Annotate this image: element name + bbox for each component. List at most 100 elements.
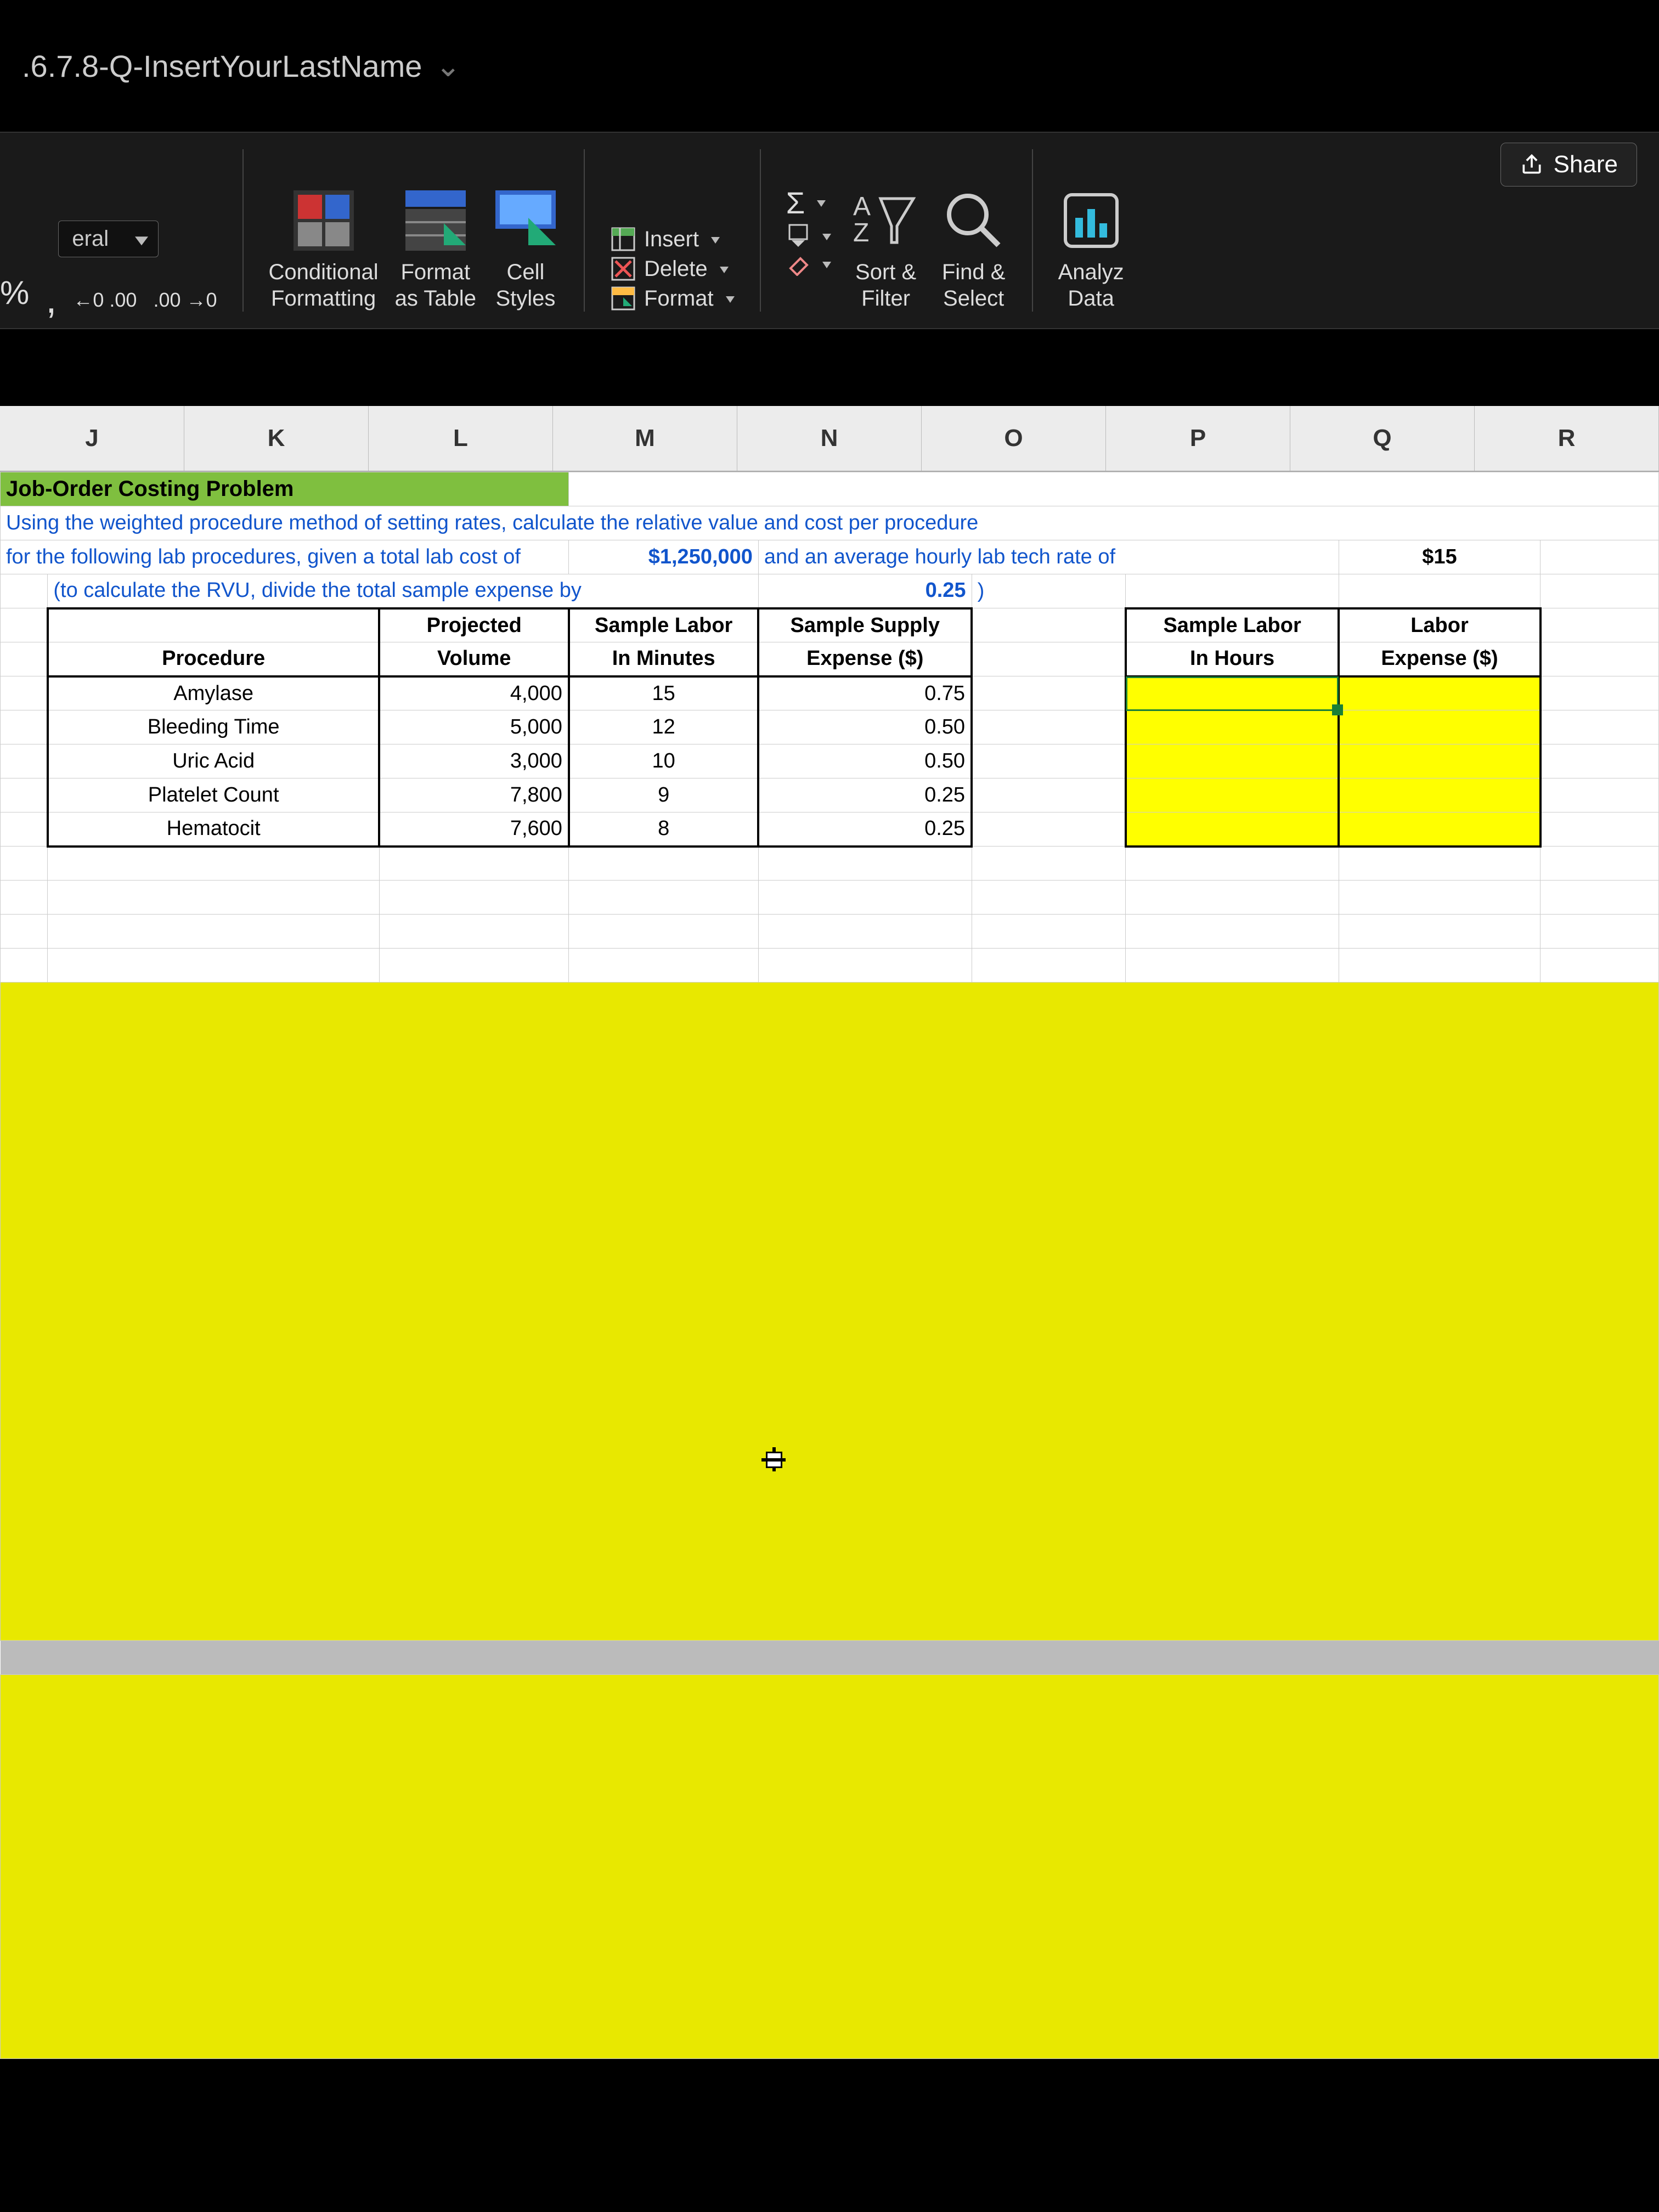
rvu-divisor[interactable]: 0.25	[758, 574, 972, 608]
problem-title[interactable]: Job-Order Costing Problem	[1, 472, 569, 506]
total-lab-cost[interactable]: $1,250,000	[569, 540, 758, 574]
col-M[interactable]: M	[553, 406, 737, 471]
hdr-labor-min-1[interactable]: Sample Labor	[569, 608, 758, 642]
table-row[interactable]: Uric Acid 3,000 10 0.50	[1, 744, 1659, 778]
cell-styles-button[interactable]: CellStyles	[493, 188, 558, 312]
yellow-region[interactable]	[1, 1675, 1659, 2059]
col-Q[interactable]: Q	[1290, 406, 1475, 471]
proj-vol[interactable]: 4,000	[379, 676, 568, 710]
svg-text:Z: Z	[853, 218, 869, 247]
clear-button[interactable]	[786, 252, 831, 276]
labor-exp-cell[interactable]	[1339, 744, 1540, 778]
supply-exp[interactable]: 0.50	[758, 710, 972, 744]
column-headers[interactable]: J K L M N O P Q R	[0, 406, 1659, 472]
proj-vol[interactable]: 7,800	[379, 778, 568, 812]
hdr-procedure[interactable]: Procedure	[48, 642, 380, 676]
proc-name[interactable]: Amylase	[48, 676, 380, 710]
share-button[interactable]: Share	[1500, 143, 1637, 187]
format-as-table-button[interactable]: Formatas Table	[395, 188, 476, 312]
sort-filter-button[interactable]: AZ Sort &Filter	[853, 188, 919, 312]
instruction-line-3b[interactable]: )	[972, 574, 1126, 608]
supply-exp[interactable]: 0.25	[758, 778, 972, 812]
proj-vol[interactable]: 7,600	[379, 812, 568, 847]
col-N[interactable]: N	[737, 406, 922, 471]
labor-min[interactable]: 9	[569, 778, 758, 812]
instruction-line-3a[interactable]: (to calculate the RVU, divide the total …	[48, 574, 759, 608]
number-format-group: eral % , ←0 .00 .00 →0	[0, 221, 217, 312]
hdr-supply-2[interactable]: Expense ($)	[758, 642, 972, 676]
hdr-labor-hrs-2[interactable]: In Hours	[1126, 642, 1339, 676]
workbook-title[interactable]: .6.7.8-Q-InsertYourLastName	[22, 48, 422, 84]
labor-min[interactable]: 12	[569, 710, 758, 744]
supply-exp[interactable]: 0.25	[758, 812, 972, 847]
conditional-formatting-button[interactable]: ConditionalFormatting	[269, 188, 379, 312]
labor-min[interactable]: 15	[569, 676, 758, 710]
hdr-projected-2[interactable]: Volume	[379, 642, 568, 676]
col-J[interactable]: J	[0, 406, 184, 471]
table-row[interactable]: Hematocit 7,600 8 0.25	[1, 812, 1659, 847]
yellow-region[interactable]	[1, 983, 1659, 1641]
labor-exp-cell[interactable]	[1339, 778, 1540, 812]
format-as-table-icon	[403, 188, 469, 253]
labor-hrs-cell[interactable]	[1126, 812, 1339, 847]
labor-hrs-cell[interactable]	[1126, 778, 1339, 812]
proc-name[interactable]: Uric Acid	[48, 744, 380, 778]
number-format-combo[interactable]: eral	[58, 221, 159, 257]
decrease-decimal-button[interactable]: ←0 .00	[73, 289, 137, 312]
proc-name[interactable]: Hematocit	[48, 812, 380, 847]
editing-minis: Σ	[786, 185, 831, 276]
labor-hrs-cell[interactable]	[1126, 676, 1339, 710]
delete-button[interactable]: Delete	[610, 256, 735, 282]
percent-button[interactable]: %	[0, 274, 29, 312]
hdr-labor-hrs-1[interactable]: Sample Labor	[1126, 608, 1339, 642]
delete-label: Delete	[644, 257, 708, 281]
hdr-labor-exp-2[interactable]: Expense ($)	[1339, 642, 1540, 676]
format-button[interactable]: Format	[610, 285, 735, 312]
proj-vol[interactable]: 3,000	[379, 744, 568, 778]
col-K[interactable]: K	[184, 406, 369, 471]
instruction-line-1[interactable]: Using the weighted procedure method of s…	[1, 506, 1659, 540]
col-P[interactable]: P	[1106, 406, 1290, 471]
supply-exp[interactable]: 0.75	[758, 676, 972, 710]
increase-decimal-button[interactable]: .00 →0	[153, 289, 217, 312]
proc-name[interactable]: Bleeding Time	[48, 710, 380, 744]
find-select-button[interactable]: Find &Select	[941, 188, 1007, 312]
proj-vol[interactable]: 5,000	[379, 710, 568, 744]
labor-min[interactable]: 8	[569, 812, 758, 847]
labor-exp-cell[interactable]	[1339, 676, 1540, 710]
hdr-labor-exp-1[interactable]: Labor	[1339, 608, 1540, 642]
col-L[interactable]: L	[369, 406, 553, 471]
labor-min[interactable]: 10	[569, 744, 758, 778]
ribbon: eral % , ←0 .00 .00 →0 ConditionalFormat…	[0, 132, 1659, 329]
fill-down-icon	[786, 224, 810, 248]
insert-button[interactable]: Insert	[610, 226, 735, 252]
table-row[interactable]: Bleeding Time 5,000 12 0.50	[1, 710, 1659, 744]
sort-filter-icon: AZ	[853, 188, 919, 253]
hourly-rate[interactable]: $15	[1339, 540, 1540, 574]
separator-bar	[1, 1641, 1659, 1675]
supply-exp[interactable]: 0.50	[758, 744, 972, 778]
hdr-labor-min-2[interactable]: In Minutes	[569, 642, 758, 676]
titlebar: .6.7.8-Q-InsertYourLastName ⌄	[0, 0, 1659, 132]
svg-text:A: A	[853, 193, 871, 221]
hdr-projected-1[interactable]: Projected	[379, 608, 568, 642]
table-row[interactable]: Platelet Count 7,800 9 0.25	[1, 778, 1659, 812]
chevron-down-icon[interactable]: ⌄	[435, 48, 461, 84]
sigma-icon: Σ	[786, 185, 805, 221]
labor-exp-cell[interactable]	[1339, 812, 1540, 847]
comma-button[interactable]: ,	[46, 288, 57, 312]
col-O[interactable]: O	[922, 406, 1106, 471]
autosum-button[interactable]: Σ	[786, 185, 831, 221]
analyze-data-button[interactable]: AnalyzData	[1058, 188, 1124, 312]
instruction-line-2b[interactable]: and an average hourly lab tech rate of	[758, 540, 1339, 574]
col-R[interactable]: R	[1475, 406, 1659, 471]
table-row[interactable]: Amylase 4,000 15 0.75	[1, 676, 1659, 710]
worksheet-grid[interactable]: Job-Order Costing Problem Using the weig…	[0, 472, 1659, 2059]
proc-name[interactable]: Platelet Count	[48, 778, 380, 812]
labor-hrs-cell[interactable]	[1126, 710, 1339, 744]
labor-exp-cell[interactable]	[1339, 710, 1540, 744]
hdr-supply-1[interactable]: Sample Supply	[758, 608, 972, 642]
labor-hrs-cell[interactable]	[1126, 744, 1339, 778]
instruction-line-2a[interactable]: for the following lab procedures, given …	[1, 540, 569, 574]
fill-button[interactable]	[786, 224, 831, 249]
